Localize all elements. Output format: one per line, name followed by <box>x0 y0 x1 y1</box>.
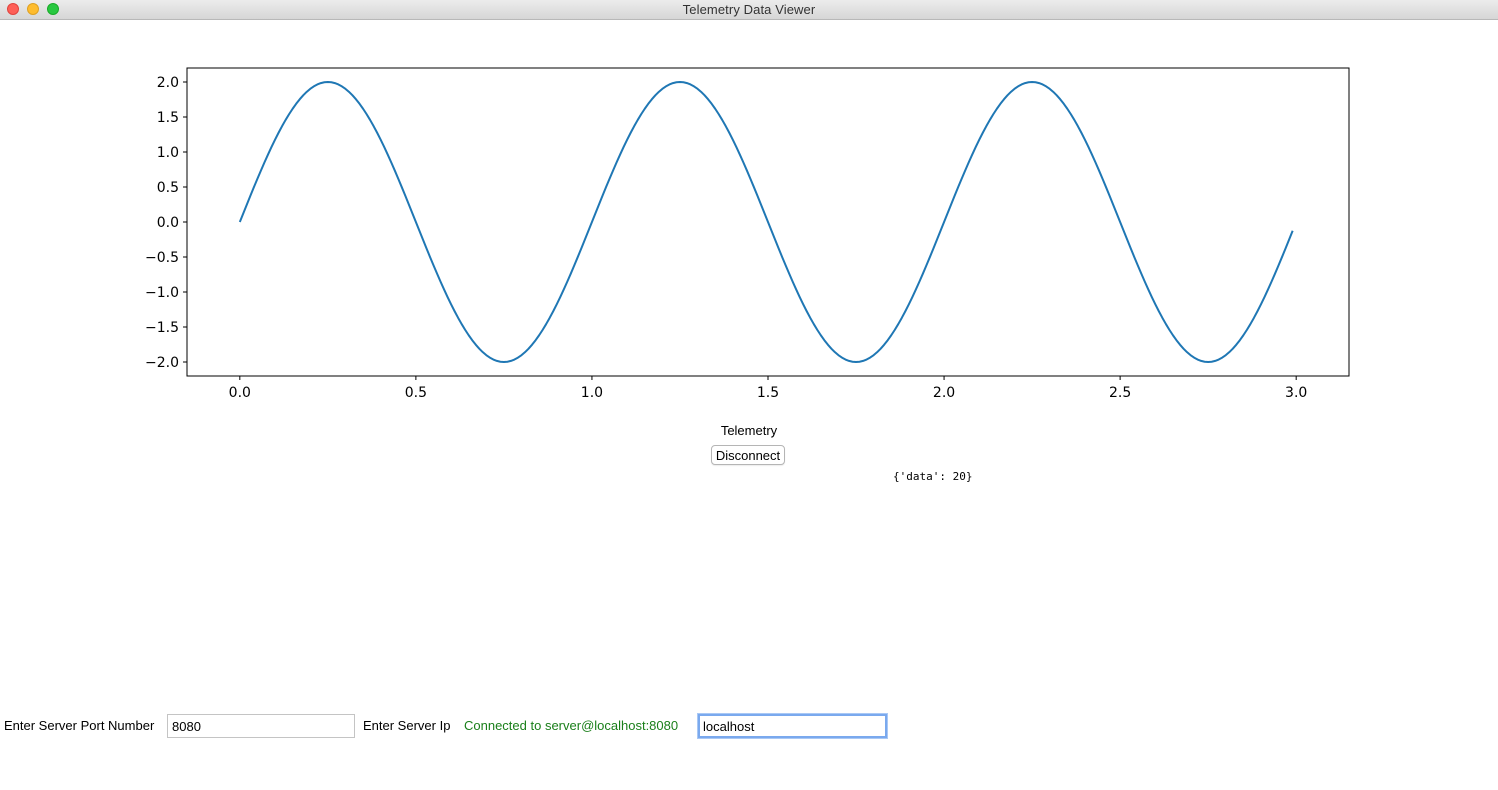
app-window: Telemetry Data Viewer 0.0 0.5 1.0 1.5 2.0 2.5… <box>0 0 1498 790</box>
x-tick-label: 1.0 <box>581 385 603 401</box>
x-tick-label: 1.5 <box>757 385 779 401</box>
port-label: Enter Server Port Number <box>4 718 155 733</box>
y-tick-label: −1.5 <box>145 320 179 336</box>
window-title: Telemetry Data Viewer <box>682 2 816 17</box>
y-tick-label: −1.0 <box>145 285 179 301</box>
y-tick-label: 1.5 <box>157 110 179 126</box>
ip-label: Enter Server Ip <box>363 718 451 733</box>
x-tick-label: 3.0 <box>1285 385 1307 401</box>
x-tick-label: 2.5 <box>1109 385 1131 401</box>
y-tick-label: 0.0 <box>157 215 179 231</box>
y-tick-label: 1.0 <box>157 145 179 161</box>
y-tick-label: −0.5 <box>145 250 179 266</box>
telemetry-chart: 0.0 0.5 1.0 1.5 2.0 2.5 3.0 2.0 1.5 1.0 0.5 0.0 −0.5… <box>0 20 1498 410</box>
ip-input[interactable] <box>698 714 887 738</box>
telemetry-chart-svg: 0.0 0.5 1.0 1.5 2.0 2.5 3.0 2.0 1.5 1.0 0.5 0.0 −0.5… <box>145 67 1350 401</box>
y-tick-label: −2.0 <box>145 355 179 371</box>
telemetry-caption: Telemetry <box>720 423 778 438</box>
disconnect-button[interactable]: Disconnect <box>711 445 785 465</box>
data-readout: {'data': 20} <box>893 470 973 483</box>
port-input[interactable] <box>167 714 355 738</box>
y-tick-label: 2.0 <box>157 75 179 91</box>
x-tick-label: 0.0 <box>229 385 251 401</box>
x-tick-label: 2.0 <box>933 385 955 401</box>
x-tick-label: 0.5 <box>405 385 427 401</box>
telemetry-series-line <box>238 81 1294 363</box>
connection-status: Connected to server@localhost:8080 <box>464 718 679 733</box>
connection-bar: Enter Server Port Number Enter Server Ip… <box>0 712 1498 740</box>
y-tick-label: 0.5 <box>157 180 179 196</box>
title-bar: Telemetry Data Viewer <box>0 0 1498 20</box>
